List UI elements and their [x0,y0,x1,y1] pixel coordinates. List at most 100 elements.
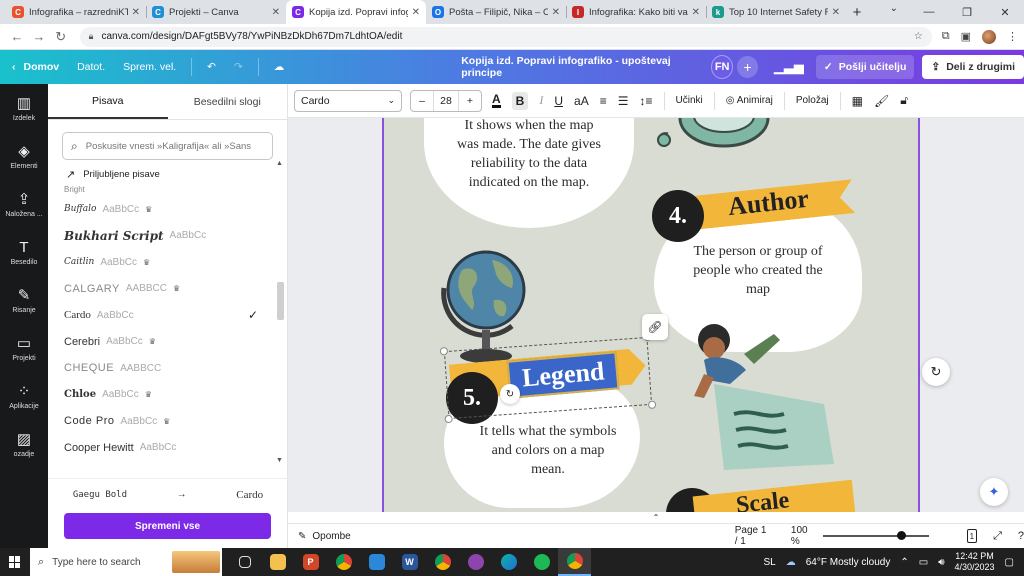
forward-icon[interactable]: → [28,29,50,44]
zoom-slider-knob[interactable] [896,531,906,540]
chrome-profile-icon[interactable] [426,548,459,576]
increase-size-button[interactable]: + [459,95,481,107]
rail-item[interactable]: ▨ ozadje [0,420,48,468]
font-list-item[interactable]: Buffalo AaBbCc ♛ [48,196,274,223]
word-icon[interactable]: W [393,548,426,576]
zoom-value[interactable]: 100 % [791,525,811,547]
add-collaborator-icon[interactable]: + [737,56,758,78]
browser-tab[interactable]: I Infografika: Kako biti varen ✕ [566,0,706,24]
rotate-handle-icon[interactable]: ↻ [500,384,520,404]
rail-item[interactable]: ⇪ Naložena ... [0,180,48,228]
rail-item[interactable]: T Besedilo [0,228,48,276]
resize-handle[interactable] [439,346,449,356]
font-list-item[interactable]: Cerebri AaBbCc ♛ [48,329,274,356]
close-tab-icon[interactable]: ✕ [132,7,140,18]
date-description[interactable]: It shows when the map was made. The date… [454,118,604,192]
file-explorer-icon[interactable] [261,548,294,576]
browser-tab[interactable]: O Pošta – Filipič, Nika – Outlo ✕ [426,0,566,24]
profile-avatar[interactable] [981,29,996,44]
restore-icon[interactable]: ❐ [948,0,986,24]
network-icon[interactable]: ▭ [919,557,928,568]
language-indicator[interactable]: SL [764,557,776,568]
weather-text[interactable]: 64°F Mostly cloudy [806,557,891,568]
notes-button[interactable]: ✎ Opombe [298,531,351,542]
user-avatar[interactable]: FN [710,55,734,79]
font-list-item[interactable]: Bukhari Script AaBbCc [48,223,274,250]
font-list-item[interactable]: CALGARY AABBCC ♛ [48,276,274,303]
align-center-icon[interactable]: ≡ [600,94,607,108]
new-tab-button[interactable]: + [846,0,868,24]
tray-expand-icon[interactable]: ⌃ [900,557,908,568]
send-to-teacher-button[interactable]: ✓ Pošlji učitelju [815,55,915,79]
resize-button[interactable]: Sprem. vel. [114,61,185,73]
lock-icon[interactable]: 🔒︎ [89,31,94,42]
font-list-item[interactable]: Code Pro AaBbCc ♛ [48,408,274,435]
browser-tab[interactable]: k Top 10 Internet Safety Rule ✕ [706,0,846,24]
zoom-slider[interactable] [822,531,929,540]
edge-icon[interactable] [492,548,525,576]
font-list-item[interactable]: Cardo AaBbCc ✓ [48,302,274,329]
minimize-icon[interactable]: — [910,0,948,24]
home-button[interactable]: ‹ Domov [0,61,68,73]
browser-tab[interactable]: C Kopija izd. Popravi infografiko ✕ [286,0,426,24]
close-window-icon[interactable]: ✕ [986,0,1024,24]
page-indicator[interactable]: Page 1 / 1 [735,525,767,547]
decrease-size-button[interactable]: – [411,95,433,107]
close-tab-icon[interactable]: ✕ [832,7,840,18]
browser-menu-icon[interactable]: ⋮ [1007,30,1018,43]
bookmark-star-icon[interactable]: ☆ [914,31,923,42]
close-tab-icon[interactable]: ✕ [552,7,560,18]
scale-title[interactable]: Scale [735,487,791,512]
font-list-item[interactable]: Caitlin AaBbCc ♛ [48,249,274,276]
change-all-button[interactable]: Spremeni vse [64,513,271,539]
start-button[interactable] [0,548,30,576]
rail-item[interactable]: ◈ Elementi [0,132,48,180]
help-icon[interactable]: ? [1018,530,1024,542]
font-list-item[interactable]: CHEQUE AABBCC [48,355,274,382]
scroll-up-icon[interactable]: ▲ [276,160,283,167]
tab-search-icon[interactable]: ⌄ [890,3,898,14]
font-size-stepper[interactable]: – 28 + [410,89,482,112]
bold-button[interactable]: B [511,91,529,110]
page-grid-button[interactable]: 1 [966,529,978,543]
close-tab-icon[interactable]: ✕ [272,7,280,18]
cloud-save-icon[interactable]: ☁ [265,61,294,73]
chrome-active-icon[interactable] [558,548,591,576]
address-bar[interactable]: 🔒︎ canva.com/design/DAFgt5BVy78/YwPiNBzD… [79,26,932,47]
font-list-item[interactable]: Cooper Hewitt AaBbCc [48,435,274,462]
font-search-input[interactable]: ⌕ Poskusite vnesti »Kaligrafija« ali »Sa… [62,132,273,160]
author-description[interactable]: The person or group of people who create… [684,242,832,299]
font-list-item[interactable]: Bright [48,182,274,196]
ms-store-icon[interactable] [360,548,393,576]
rail-item[interactable]: ▥ Izdelek [0,84,48,132]
scrollbar-thumb[interactable] [277,282,284,320]
effects-button[interactable]: Učinki [676,95,703,106]
rail-item[interactable]: ▭ Projekti [0,324,48,372]
fullscreen-icon[interactable]: ⤢ [993,530,1002,543]
undo-icon[interactable]: ↶ [198,61,225,73]
link-icon[interactable]: 🔗︎ [642,314,668,340]
browser-tab[interactable]: C Infografika – razredniKT ✕ [6,0,146,24]
design-title[interactable]: Kopija izd. Popravi infografiko - upošte… [461,55,697,79]
task-view-icon[interactable] [228,548,261,576]
animate-button[interactable]: ◎ Animiraj [726,95,773,106]
taskbar-search[interactable]: ⌕ Type here to search [30,548,222,576]
volume-icon[interactable]: 🔊︎ [938,557,944,568]
letter-case-button[interactable]: aA [574,94,589,108]
powerpoint-icon[interactable]: P [294,548,327,576]
font-family-dropdown[interactable]: Cardo ⌄ [294,89,402,112]
spotify-icon[interactable] [525,548,558,576]
popular-fonts-heading[interactable]: ↗ Priljubljene pisave [66,168,287,181]
chrome-icon[interactable] [327,548,360,576]
share-button[interactable]: ⇪ Deli z drugimi [922,55,1024,79]
resize-handle[interactable] [647,400,657,410]
paint-roller-icon[interactable]: 🖌︎ [874,94,889,108]
scroll-down-icon[interactable]: ▼ [276,457,283,464]
position-button[interactable]: Položaj [796,95,829,106]
font-list-scrollbar[interactable]: ▲ ▼ [276,160,284,464]
rail-item[interactable]: ⁘ Aplikacije [0,372,48,420]
list-icon[interactable]: ☰ [618,94,629,108]
text-color-button[interactable]: A [492,93,501,108]
rail-item[interactable]: ✎ Risanje [0,276,48,324]
back-icon[interactable]: ← [6,29,28,44]
